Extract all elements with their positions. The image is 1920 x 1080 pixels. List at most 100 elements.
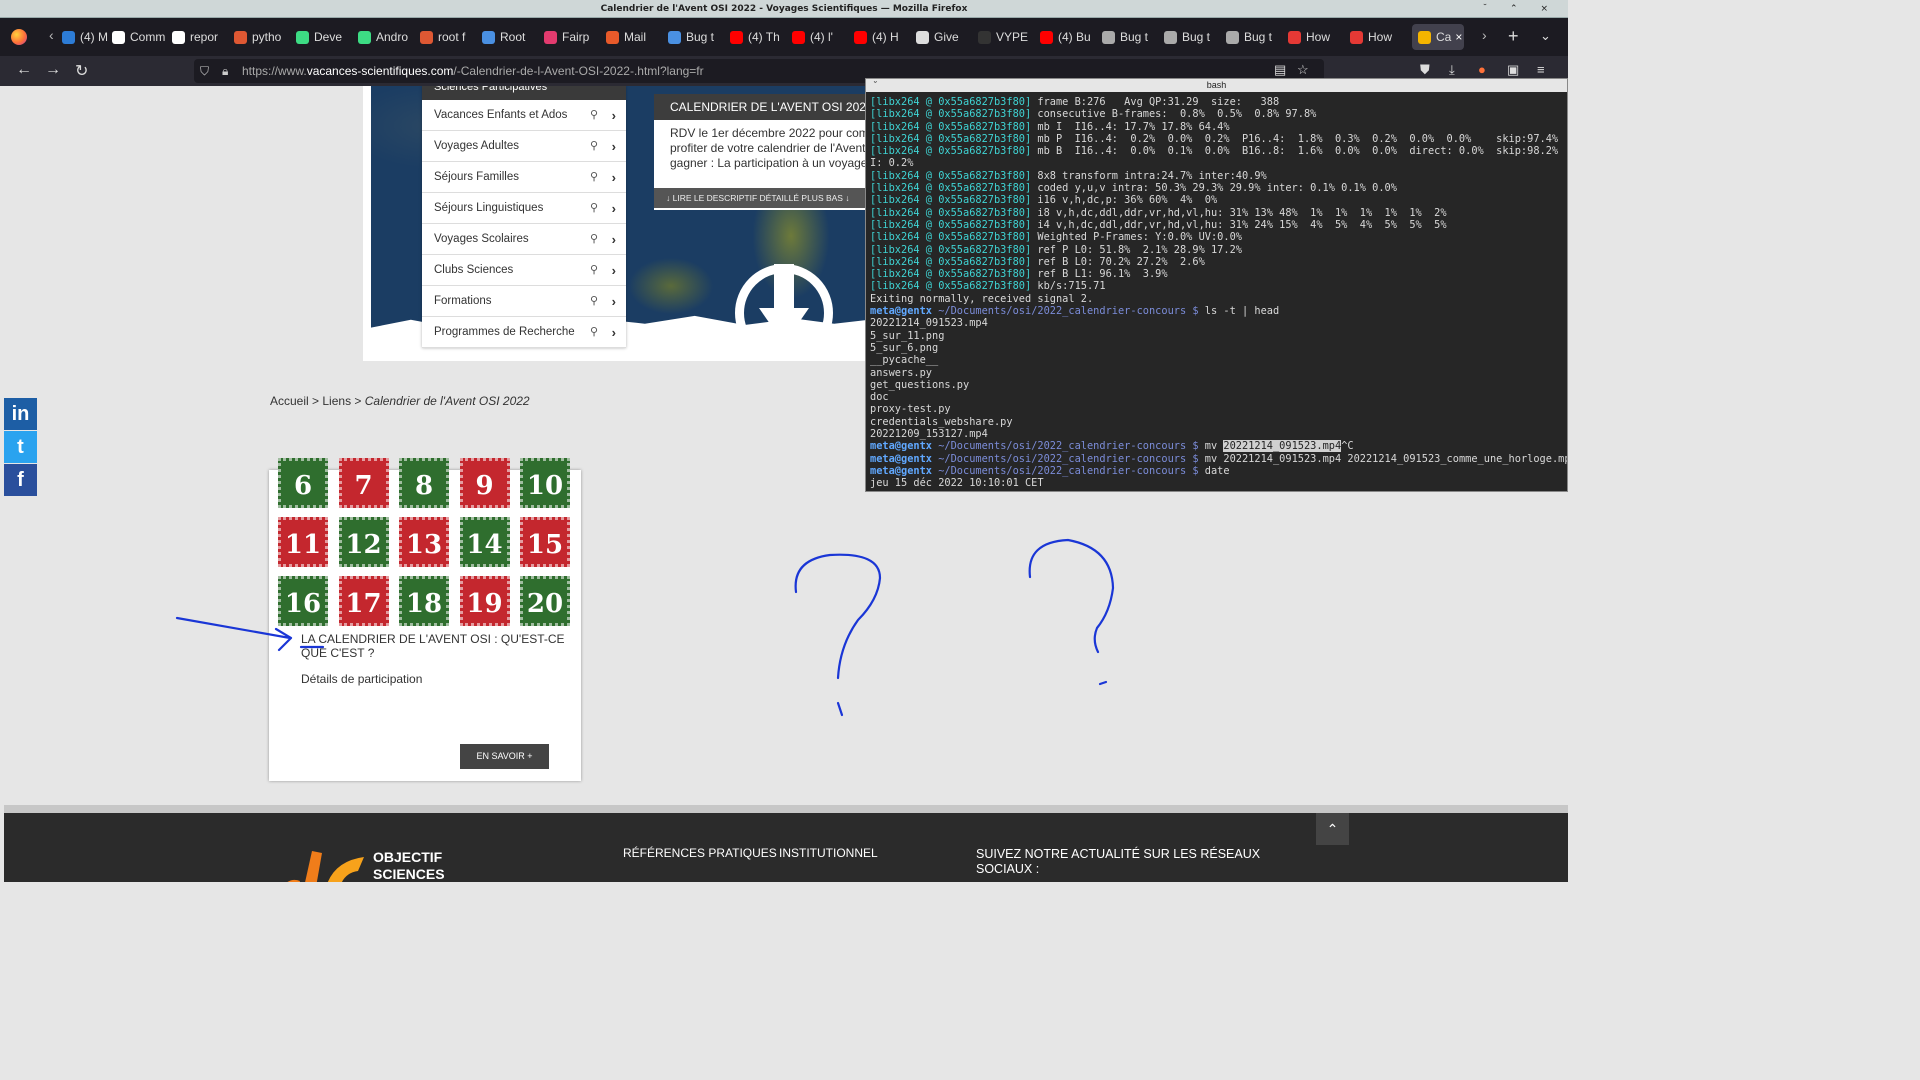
search-icon[interactable]: ⚲ (590, 162, 598, 193)
browser-tab[interactable]: (4) H (854, 24, 914, 50)
browser-tab[interactable]: Give (916, 24, 976, 50)
browser-tab[interactable]: pytho (234, 24, 294, 50)
browser-tab[interactable]: How (1350, 24, 1410, 50)
browser-tab[interactable]: VYPE (978, 24, 1038, 50)
browser-tab[interactable]: Bug t (668, 24, 728, 50)
menu-item[interactable]: Séjours Linguistiques ⚲ › (422, 193, 626, 224)
container-icon[interactable]: ▣ (1507, 62, 1519, 78)
chevron-right-icon[interactable]: › (612, 193, 616, 224)
chevron-right-icon[interactable]: › (612, 162, 616, 193)
search-icon[interactable]: ⚲ (590, 100, 598, 131)
chevron-right-icon[interactable]: › (612, 224, 616, 255)
calendar-day[interactable]: 12 (338, 517, 389, 567)
menu-item[interactable]: Formations ⚲ › (422, 286, 626, 317)
browser-tab[interactable]: repor (172, 24, 232, 50)
search-icon[interactable]: ⚲ (590, 286, 598, 317)
terminal-window[interactable]: ˘ bash [libx264 @ 0x55a6827b3f80] frame … (865, 78, 1568, 492)
linkedin-icon[interactable]: in (4, 398, 37, 430)
chevron-right-icon[interactable]: › (612, 317, 616, 348)
calendar-day[interactable]: 11 (278, 517, 328, 567)
search-icon[interactable]: ⚲ (590, 224, 598, 255)
browser-tab[interactable]: Ca × (1412, 24, 1464, 50)
downloads-icon[interactable]: ⤓ (1449, 62, 1455, 78)
terminal-menu-icon[interactable]: ˘ (874, 79, 877, 92)
browser-tab[interactable]: Bug t (1164, 24, 1224, 50)
footer-link-references[interactable]: RÉFÉRENCES PRATIQUES (623, 846, 777, 860)
menu-item[interactable]: Voyages Adultes ⚲ › (422, 131, 626, 162)
browser-tab[interactable]: Mail (606, 24, 666, 50)
scroll-to-top-button[interactable]: ⌃ (1316, 813, 1349, 845)
log-text: i8 v,h,dc,ddl,ddr,vr,hd,vl,hu: 31% 13% 4… (1031, 206, 1447, 219)
chevron-right-icon[interactable]: › (612, 286, 616, 317)
calendar-day[interactable]: 16 (278, 576, 328, 626)
search-icon[interactable]: ⚲ (590, 131, 598, 162)
calendar-day[interactable]: 6 (278, 458, 328, 508)
window-controls[interactable]: ˘ ⌃ × (1483, 0, 1558, 18)
menu-item[interactable]: Vacances Enfants et Ados ⚲ › (422, 100, 626, 131)
breadcrumb-home[interactable]: Accueil (270, 394, 309, 408)
menu-item[interactable]: Séjours Familles ⚲ › (422, 162, 626, 193)
objectif-sciences-logo-icon[interactable] (282, 847, 364, 882)
browser-tab[interactable]: How (1288, 24, 1348, 50)
firefox-icon[interactable] (11, 29, 27, 45)
calendar-day[interactable]: 17 (338, 576, 389, 626)
search-icon[interactable]: ⚲ (590, 317, 598, 348)
twitter-icon[interactable]: t (4, 431, 37, 463)
calendar-day[interactable]: 10 (520, 458, 570, 508)
calendar-day[interactable]: 9 (459, 458, 510, 508)
calendar-day[interactable]: 19 (459, 576, 510, 626)
browser-tab[interactable]: Root (482, 24, 542, 50)
pocket-icon[interactable]: ⛊ (1420, 62, 1430, 78)
reload-icon[interactable]: ↻ (75, 61, 88, 81)
browser-tab[interactable]: Andro (358, 24, 418, 50)
search-icon[interactable]: ⚲ (590, 255, 598, 286)
list-all-tabs-icon[interactable]: ⌄ (1540, 28, 1551, 44)
menu-item[interactable]: Voyages Scolaires ⚲ › (422, 224, 626, 255)
chevron-right-icon[interactable]: › (612, 255, 616, 286)
terminal-line: jeu 15 déc 2022 10:10:01 CET (870, 477, 1567, 489)
extension-icon[interactable]: ● (1478, 62, 1486, 77)
bookmark-star-icon[interactable]: ☆ (1297, 62, 1309, 78)
calendar-day[interactable]: 7 (338, 458, 389, 508)
menu-item[interactable]: Clubs Sciences ⚲ › (422, 255, 626, 286)
browser-tab[interactable]: (4) l' (792, 24, 852, 50)
footer-link-institutionnel[interactable]: INSTITUTIONNEL (779, 846, 878, 860)
calendar-day[interactable]: 8 (399, 458, 449, 508)
browser-tab[interactable]: Bug t (1226, 24, 1286, 50)
learn-more-button[interactable]: EN SAVOIR + (460, 744, 549, 769)
browser-tab[interactable]: Bug t (1102, 24, 1162, 50)
read-more-button[interactable]: ↓ LIRE LE DESCRIPTIF DÉTAILLÉ PLUS BAS ↓ (654, 188, 870, 208)
menu-item[interactable]: Programmes de Recherche ⚲ › (422, 317, 626, 348)
browser-tab[interactable]: Comm (112, 24, 172, 50)
promo-text: RDV le 1er décembre 2022 pour commencer … (654, 120, 870, 171)
card-title[interactable]: LA CALENDRIER DE L'AVENT OSI : QU'EST-CE… (301, 632, 571, 660)
chevron-right-icon[interactable]: › (612, 100, 616, 131)
calendar-day[interactable]: 18 (399, 576, 449, 626)
browser-tab[interactable]: root f (420, 24, 480, 50)
browser-tab[interactable]: (4) Bu (1040, 24, 1100, 50)
calendar-day[interactable]: 20 (520, 576, 570, 626)
new-tab-icon[interactable]: + (1508, 26, 1519, 47)
calendar-day[interactable]: 13 (399, 517, 449, 567)
lock-icon[interactable]: 🔒︎ (222, 59, 228, 83)
browser-tab[interactable]: Deve (296, 24, 356, 50)
menu-icon[interactable]: ≡ (1537, 62, 1545, 77)
terminal-line: __pycache__ (870, 354, 1567, 366)
facebook-icon[interactable]: f (4, 464, 37, 496)
search-icon[interactable]: ⚲ (590, 193, 598, 224)
calendar-day[interactable]: 15 (520, 517, 570, 567)
calendar-day[interactable]: 14 (459, 517, 510, 567)
tabs-scroll-right-icon[interactable]: › (1482, 27, 1487, 43)
breadcrumb-links[interactable]: Liens (322, 394, 351, 408)
browser-tab[interactable]: (4) Th (730, 24, 790, 50)
tabs-scroll-left-icon[interactable]: ‹ (49, 27, 54, 43)
back-icon[interactable]: ← (16, 61, 32, 79)
reader-view-icon[interactable]: ▤ (1274, 62, 1286, 78)
shield-icon[interactable]: ⛉ (200, 59, 209, 83)
forward-icon[interactable]: → (45, 61, 61, 79)
chevron-right-icon[interactable]: › (612, 131, 616, 162)
log-text: __pycache__ (870, 354, 939, 367)
menu-header[interactable]: Sciences Participatives (422, 86, 626, 100)
close-tab-icon[interactable]: × (1455, 30, 1462, 44)
browser-tab[interactable]: Fairp (544, 24, 604, 50)
